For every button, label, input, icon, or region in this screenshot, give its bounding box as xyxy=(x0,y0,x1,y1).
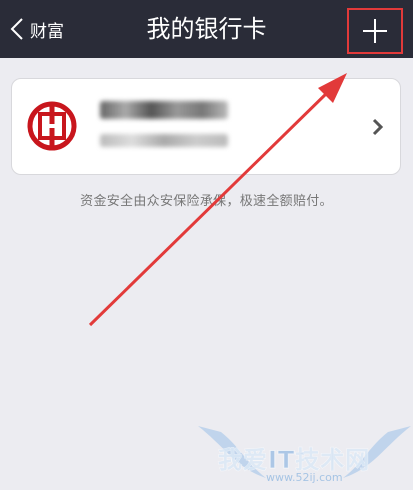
back-label: 财富 xyxy=(30,21,64,42)
chevron-right-icon xyxy=(372,118,384,136)
bank-card-item[interactable] xyxy=(11,78,401,175)
annotation-arrow xyxy=(88,73,347,327)
back-button[interactable]: 财富 xyxy=(10,12,64,46)
icbc-bank-logo xyxy=(27,101,77,151)
chevron-left-icon xyxy=(10,18,23,40)
blurred-card-number xyxy=(100,134,228,147)
blurred-bank-name xyxy=(100,101,228,119)
insurance-note: 资金安全由众安保险承保，极速全额赔付。 xyxy=(80,194,333,209)
watermark-text: 我爱IT技术网 xyxy=(217,446,371,475)
add-card-button[interactable] xyxy=(347,8,403,54)
watermark-url: www.52ij.com xyxy=(266,471,343,484)
plus-icon xyxy=(363,19,387,43)
navigation-bar: 财富 我的银行卡 xyxy=(0,0,413,58)
